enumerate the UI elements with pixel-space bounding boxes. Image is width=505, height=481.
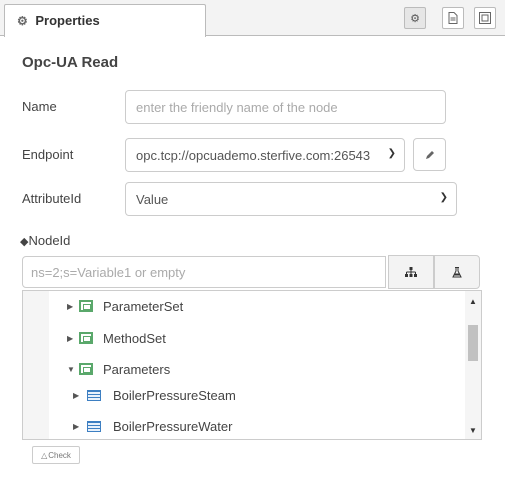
tree-item-label: BoilerPressureSteam: [113, 387, 236, 403]
node-browser-tree[interactable]: ▶ ParameterSet ▶ MethodSet ▼ Parameters …: [22, 290, 482, 440]
chevron-down-icon: ❯: [439, 192, 448, 203]
tree-scrollbar[interactable]: ▲ ▼: [465, 291, 481, 439]
tree-item-parameters[interactable]: ▼ Parameters: [67, 358, 170, 380]
variable-icon: [87, 389, 101, 401]
object-icon: [79, 332, 93, 344]
tab-properties[interactable]: ⚙ Properties: [4, 4, 206, 37]
tree-item-boilerpressuresteam[interactable]: ▶ BoilerPressureSteam: [73, 384, 236, 406]
pencil-icon: [425, 150, 434, 159]
browse-tree-button[interactable]: [388, 255, 434, 289]
tree-item-label: BoilerPressureWater: [113, 418, 233, 434]
caret-right-icon: ▶: [67, 333, 74, 343]
flask-icon: [452, 266, 462, 277]
endpoint-value: opc.tcp://opcuademo.sterfive.com:26543: [136, 147, 371, 163]
tree-item-label: MethodSet: [103, 330, 166, 346]
attributeid-select[interactable]: Value ❯: [125, 182, 457, 216]
check-button[interactable]: △ Check: [32, 446, 80, 464]
nodeid-label: NodeId: [28, 233, 71, 248]
name-label: Name: [22, 99, 57, 114]
tree-item-methodset[interactable]: ▶ MethodSet: [67, 327, 166, 349]
node-title: Opc-UA Read: [22, 54, 119, 71]
scroll-down-icon[interactable]: ▼: [469, 426, 477, 435]
edit-endpoint-button[interactable]: [413, 138, 446, 171]
document-icon: [448, 12, 458, 24]
scrollbar-thumb[interactable]: [468, 325, 478, 361]
properties-toolbar-button[interactable]: ⚙: [404, 7, 426, 29]
name-input[interactable]: [125, 90, 446, 124]
gear-icon: ⚙: [410, 12, 420, 25]
object-icon: [79, 300, 93, 312]
variable-icon: [87, 420, 101, 432]
chevron-down-icon: ❯: [387, 148, 396, 159]
tree-item-parameterset[interactable]: ▶ ParameterSet: [67, 295, 183, 317]
nodeid-input[interactable]: [22, 256, 386, 288]
flask-icon: △: [41, 450, 48, 460]
tab-label: Properties: [35, 13, 100, 28]
object-icon: [79, 363, 93, 375]
caret-down-icon: ▼: [67, 364, 75, 374]
description-toolbar-button[interactable]: [442, 7, 464, 29]
tab-bar: ⚙ Properties ⚙: [0, 0, 505, 37]
sitemap-icon: [405, 267, 417, 277]
tree-item-boilerpressurewater[interactable]: ▶ BoilerPressureWater: [73, 415, 232, 437]
tree-item-label: Parameters: [103, 361, 171, 377]
caret-right-icon: ▶: [73, 390, 80, 400]
scroll-up-icon[interactable]: ▲: [469, 297, 477, 306]
endpoint-select[interactable]: opc.tcp://opcuademo.sterfive.com:26543 ❯: [125, 138, 405, 172]
attributeid-value: Value: [136, 191, 169, 207]
tree-item-label: ParameterSet: [103, 298, 184, 314]
tree-gutter: [23, 291, 49, 439]
check-label: Check: [48, 450, 71, 460]
caret-right-icon: ▶: [73, 421, 80, 431]
endpoint-label: Endpoint: [22, 147, 74, 162]
gear-icon: ⚙: [17, 14, 28, 28]
nodeid-label-row: ◆NodeId: [20, 233, 70, 248]
test-button[interactable]: [434, 255, 480, 289]
attributeid-label: AttributeId: [22, 191, 82, 206]
appearance-toolbar-button[interactable]: [474, 7, 496, 29]
frame-icon: [479, 12, 491, 24]
caret-right-icon: ▶: [67, 301, 74, 311]
